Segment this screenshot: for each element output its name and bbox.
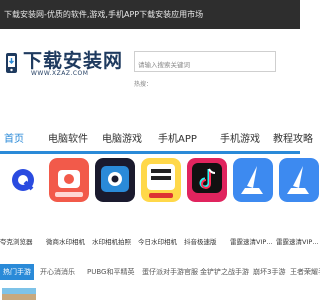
main-nav: 首页 电脑软件 电脑游戏 手机APP 手机游戏 教程攻略 (0, 122, 313, 154)
nav-item-tutorials[interactable]: 教程攻略 (273, 130, 313, 145)
logo-icon[interactable] (5, 52, 19, 74)
nav-item-pc-games[interactable]: 电脑游戏 (102, 130, 142, 145)
site-top-bar: 下载安装网-优质的软件,游戏,手机APP下载安装应用市场 (0, 0, 300, 29)
nav-item-mobile-games[interactable]: 手机游戏 (220, 130, 260, 145)
logo-subtitle: WWW.XZAZ.COM (31, 70, 89, 77)
hot-link[interactable]: 金铲铲之战手游 (200, 267, 249, 277)
watermark-camera-icon (95, 158, 135, 202)
quark-icon (3, 158, 43, 202)
hot-games-bar: 热门手游 开心消消乐 PUBG和平精英 蛋仔派对手游官服 金铲铲之战手游 崩坏3… (0, 264, 320, 280)
app-name: 雷霆速清VIP… (276, 238, 319, 246)
douyin-icon (187, 158, 227, 202)
thumbnail-strip-icon (2, 288, 36, 300)
hot-games-tag: 热门手游 (0, 264, 34, 280)
hot-link[interactable]: 王者荣耀手游 (290, 267, 320, 277)
hot-search-label: 热搜： (134, 81, 153, 88)
logo-title[interactable]: 下载安装网 (23, 46, 123, 73)
nav-item-mobile-app[interactable]: 手机APP (158, 130, 197, 145)
today-camera-icon (141, 158, 181, 202)
camera-icon (49, 158, 89, 202)
hot-link[interactable]: 蛋仔派对手游官服 (142, 267, 198, 277)
hot-link[interactable]: PUBG和平精英 (87, 267, 134, 277)
hot-link[interactable]: 开心消消乐 (40, 267, 75, 277)
nav-item-home[interactable]: 首页 (4, 130, 24, 145)
app-grid: 夸克浏览器 微商水印相机 水印相机拍照 今日水印相机 抖音极速版 雷霆速清VIP… (0, 158, 319, 258)
nav-item-pc-software[interactable]: 电脑软件 (48, 130, 88, 145)
search-input[interactable] (135, 55, 275, 75)
cleaner-icon (233, 158, 273, 202)
search-box (134, 51, 276, 75)
site-slogan: 下载安装网-优质的软件,游戏,手机APP下载安装应用市场 (4, 10, 204, 19)
hot-link[interactable]: 崩坏3手游 (253, 267, 285, 277)
bottom-thumbnails (0, 285, 300, 300)
cleaner-icon (279, 158, 319, 202)
